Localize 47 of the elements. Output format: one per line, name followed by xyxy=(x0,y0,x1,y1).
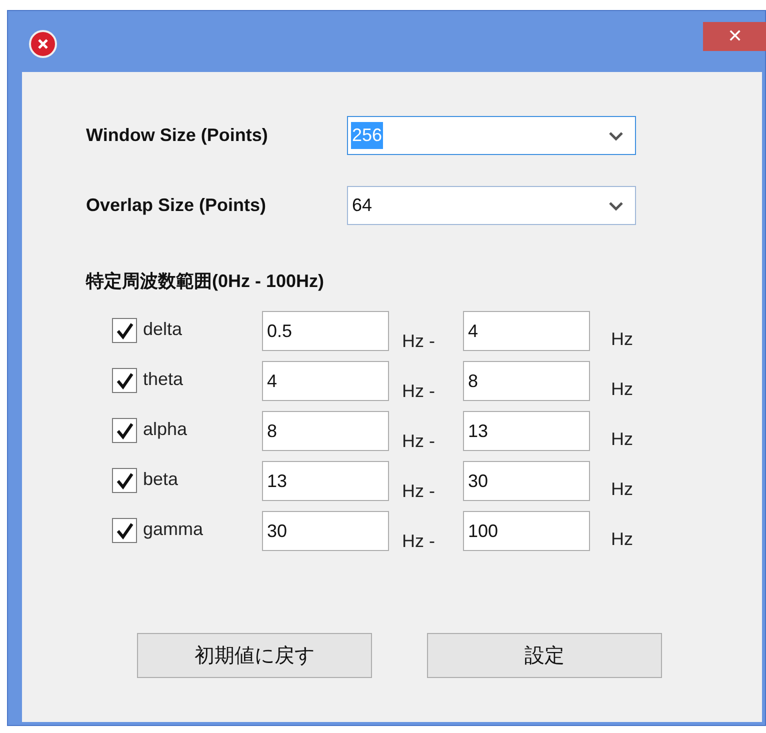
unit-label: Hz - xyxy=(402,380,436,403)
chevron-down-icon xyxy=(609,130,623,140)
number-field[interactable]: 30 xyxy=(262,511,389,551)
checkbox-label: theta xyxy=(143,368,184,391)
checkbox[interactable] xyxy=(112,468,137,493)
unit-label: Hz - xyxy=(402,530,436,553)
dialog-button[interactable]: 設定 xyxy=(427,633,662,678)
number-field[interactable]: 4 xyxy=(262,361,389,401)
checkmark-icon xyxy=(116,422,134,440)
dropdown-value: 256 xyxy=(351,122,384,149)
dropdown-value: 64 xyxy=(351,194,374,217)
checkbox-label: beta xyxy=(143,468,180,491)
unit-label: Hz xyxy=(611,528,633,551)
unit-label: Hz xyxy=(611,478,633,501)
checkmark-icon xyxy=(116,472,134,490)
checkmark-icon xyxy=(116,522,134,540)
field-label: Overlap Size (Points) xyxy=(86,194,268,217)
dialog-button[interactable]: 初期値に戻す xyxy=(137,633,372,678)
section-heading: 特定周波数範囲(0Hz - 100Hz) xyxy=(86,270,326,293)
checkmark-icon xyxy=(116,372,134,390)
number-field[interactable]: 13 xyxy=(463,411,590,451)
number-field[interactable]: 0.5 xyxy=(262,311,389,351)
checkbox-label: delta xyxy=(143,318,184,341)
field-label: Window Size (Points) xyxy=(86,124,269,147)
checkbox[interactable] xyxy=(112,418,137,443)
unit-label: Hz xyxy=(611,328,633,351)
checkmark-icon xyxy=(116,322,134,340)
number-field[interactable]: 100 xyxy=(463,511,590,551)
unit-label: Hz - xyxy=(402,430,436,453)
checkbox-label: gamma xyxy=(143,518,204,541)
app-icon xyxy=(28,29,58,59)
number-field[interactable]: 4 xyxy=(463,311,590,351)
unit-label: Hz - xyxy=(402,480,436,503)
checkbox[interactable] xyxy=(112,518,137,543)
checkbox[interactable] xyxy=(112,318,137,343)
unit-label: Hz xyxy=(611,428,633,451)
chevron-down-icon xyxy=(609,200,623,210)
number-field[interactable]: 30 xyxy=(463,461,590,501)
dropdown[interactable]: 64 xyxy=(347,186,636,225)
checkbox-label: alpha xyxy=(143,418,188,441)
close-button[interactable]: ✕ xyxy=(703,22,766,51)
checkbox[interactable] xyxy=(112,368,137,393)
unit-label: Hz - xyxy=(402,330,436,353)
number-field[interactable]: 8 xyxy=(262,411,389,451)
number-field[interactable]: 13 xyxy=(262,461,389,501)
number-field[interactable]: 8 xyxy=(463,361,590,401)
unit-label: Hz xyxy=(611,378,633,401)
